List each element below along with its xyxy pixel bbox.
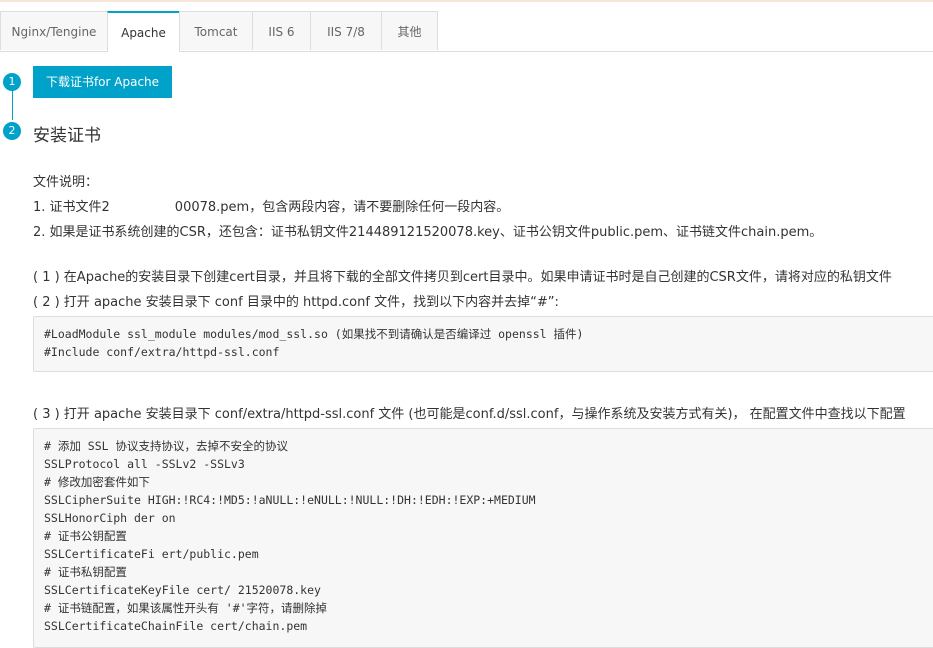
code-line: # 添加 SSL 协议支持协议，去掉不安全的协议 bbox=[44, 439, 288, 453]
tab-iis6[interactable]: IIS 6 bbox=[252, 11, 311, 50]
code-line: # 证书公钥配置 bbox=[44, 529, 127, 543]
code-line: # 修改加密套件如下 bbox=[44, 475, 150, 489]
code-line: SSLCertificateFi ert/public.pem bbox=[44, 547, 259, 561]
tab-iis78[interactable]: IIS 7/8 bbox=[310, 11, 382, 50]
code-line: SSLCipherSuite HIGH:!RC4:!MD5:!aNULL:!eN… bbox=[44, 493, 536, 507]
instruction-3: ( 3 ) 打开 apache 安装目录下 conf/extra/httpd-s… bbox=[33, 407, 906, 422]
code-block-httpd-conf: #LoadModule ssl_module modules/mod_ssl.s… bbox=[33, 316, 933, 372]
tab-nginx[interactable]: Nginx/Tengine bbox=[0, 11, 108, 50]
code-line: SSLHonorCiph der on bbox=[44, 511, 176, 525]
instruction-1: ( 1 ) 在Apache的安装目录下创建cert目录，并且将下载的全部文件拷贝… bbox=[33, 270, 892, 285]
step-2-badge: 2 bbox=[3, 122, 21, 140]
step-2-title: 安装证书 bbox=[33, 126, 101, 146]
file-desc-line-2: 2. 如果是证书系统创建的CSR，还包含：证书私钥文件2144891215200… bbox=[33, 225, 823, 240]
top-accent-line bbox=[0, 0, 933, 2]
code-line: SSLCertificateChainFile cert/chain.pem bbox=[44, 619, 308, 633]
instruction-2: ( 2 ) 打开 apache 安装目录下 conf 目录中的 httpd.co… bbox=[33, 295, 559, 310]
step-1-badge: 1 bbox=[3, 73, 21, 91]
code-line: #LoadModule ssl_module modules/mod_ssl.s… bbox=[44, 327, 584, 341]
tab-other[interactable]: 其他 bbox=[381, 11, 438, 50]
step-connector bbox=[12, 90, 13, 120]
tab-tomcat[interactable]: Tomcat bbox=[179, 11, 253, 50]
server-tabs: Nginx/Tengine Apache Tomcat IIS 6 IIS 7/… bbox=[0, 11, 933, 52]
tab-apache[interactable]: Apache bbox=[107, 11, 180, 52]
code-line: SSLProtocol all -SSLv2 -SSLv3 bbox=[44, 457, 245, 471]
code-block-ssl-conf: # 添加 SSL 协议支持协议，去掉不安全的协议 SSLProtocol all… bbox=[33, 428, 933, 648]
file-desc-line-1: 1. 证书文件2 00078.pem，包含两段内容，请不要删除任何一段内容。 bbox=[33, 200, 510, 215]
code-line: SSLCertificateKeyFile cert/ 21520078.key bbox=[44, 583, 321, 597]
code-line: # 证书链配置，如果该属性开头有 '#'字符，请删除掉 bbox=[44, 601, 328, 615]
download-cert-button[interactable]: 下载证书for Apache bbox=[33, 66, 172, 98]
file-desc-heading: 文件说明： bbox=[33, 175, 99, 190]
code-line: #Include conf/extra/httpd-ssl.conf bbox=[44, 345, 280, 359]
code-line: # 证书私钥配置 bbox=[44, 565, 127, 579]
